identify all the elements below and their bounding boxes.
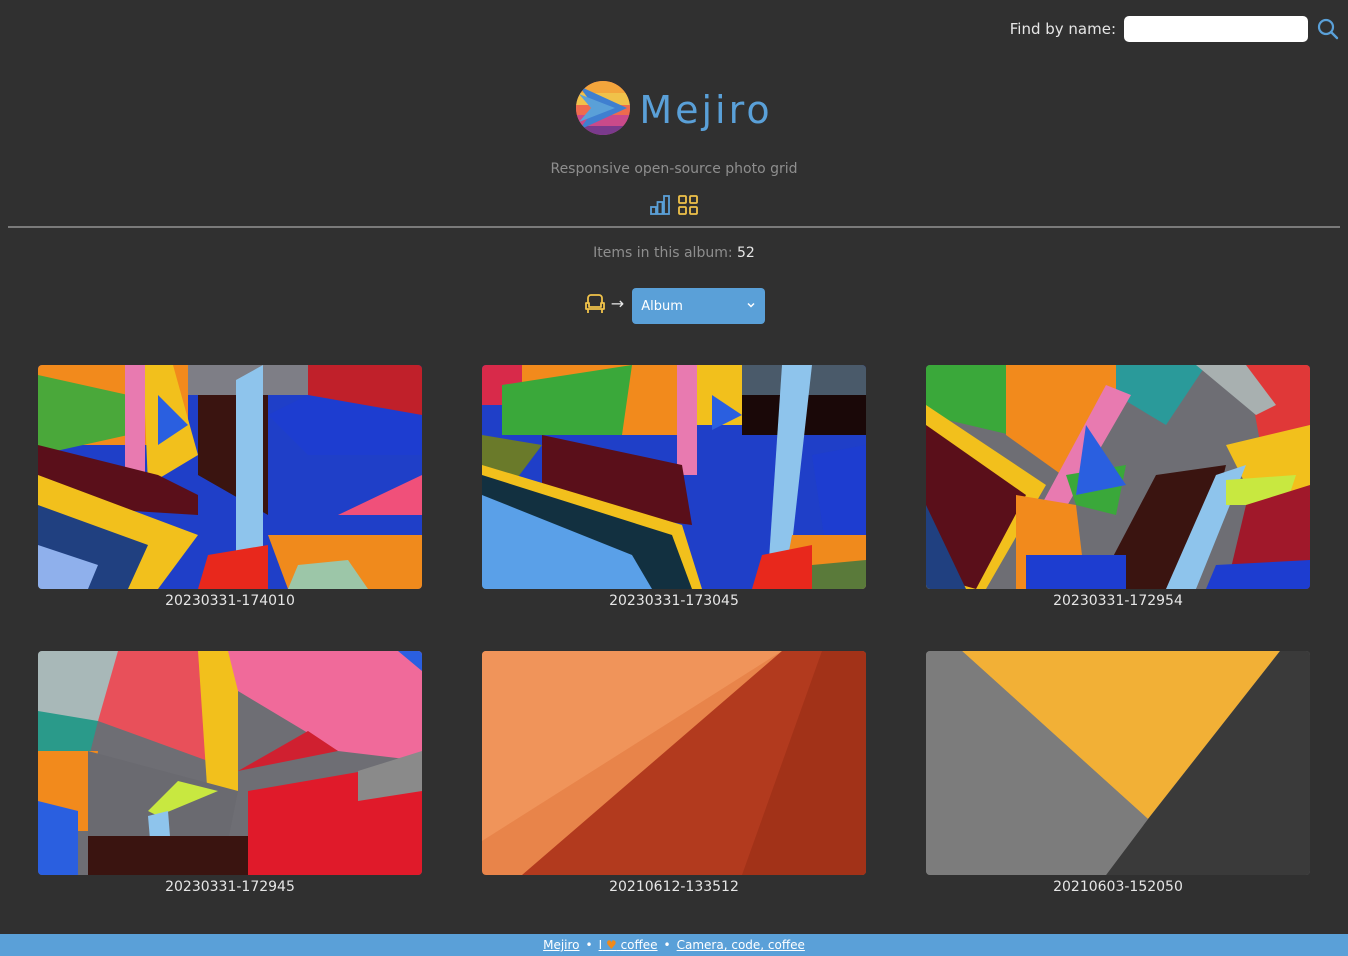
photo-caption: 20210603-152050	[1053, 879, 1183, 895]
photo-thumbnail[interactable]	[482, 651, 866, 875]
view-switcher	[0, 194, 1348, 216]
tagline: Responsive open-source photo grid	[550, 161, 798, 177]
album-dropdown-value: Album	[641, 298, 683, 314]
brand-name: Mejiro	[639, 88, 773, 132]
bar-chart-icon[interactable]	[649, 194, 671, 216]
photo-thumbnail[interactable]	[926, 365, 1310, 589]
photo-card: 20230331-174010	[38, 365, 422, 609]
footer-separator: •	[585, 938, 593, 952]
photo-card: 20230331-173045	[482, 365, 866, 609]
photo-card: 20210603-152050	[926, 651, 1310, 895]
photo-thumbnail[interactable]	[38, 651, 422, 875]
photo-thumbnail[interactable]	[926, 651, 1310, 875]
photo-thumbnail[interactable]	[38, 365, 422, 589]
footer: Mejiro • I ♥ coffee • Camera, code, coff…	[0, 934, 1348, 956]
footer-link-mejiro[interactable]: Mejiro	[543, 938, 579, 952]
photo-card: 20210612-133512	[482, 651, 866, 895]
footer-link-coffee-post: coffee	[620, 938, 658, 952]
search-label: Find by name:	[1009, 20, 1116, 38]
photo-caption: 20230331-172954	[1053, 593, 1183, 609]
footer-link-coffee-pre: I	[598, 938, 603, 952]
photo-card: 20230331-172954	[926, 365, 1310, 609]
photo-thumbnail[interactable]	[482, 365, 866, 589]
photo-card: 20230331-172945	[38, 651, 422, 895]
item-count-label: Items in this album:	[593, 245, 733, 261]
search-input[interactable]	[1124, 16, 1308, 42]
logo[interactable]: Mejiro	[0, 80, 1348, 140]
footer-link-camera[interactable]: Camera, code, coffee	[677, 938, 805, 952]
photo-caption: 20230331-174010	[165, 593, 295, 609]
search-bar: Find by name:	[1010, 16, 1340, 42]
footer-link-coffee[interactable]: I ♥ coffee	[599, 938, 658, 952]
search-icon[interactable]	[1316, 17, 1340, 41]
photo-caption: 20230331-173045	[609, 593, 739, 609]
chevron-down-icon	[746, 299, 756, 314]
item-count: Items in this album: 52	[0, 245, 1348, 261]
photo-caption: 20210612-133512	[609, 879, 739, 895]
album-dropdown[interactable]: Album	[632, 288, 766, 324]
mejiro-logo-icon	[575, 80, 631, 140]
grid-icon[interactable]	[677, 194, 699, 216]
divider	[8, 226, 1340, 228]
album-selector: → Album	[0, 288, 1348, 324]
photo-caption: 20230331-172945	[165, 879, 295, 895]
item-count-value: 52	[737, 245, 755, 261]
arrow: →	[610, 293, 625, 313]
heart-icon: ♥	[605, 938, 617, 952]
armchair-icon	[583, 292, 607, 320]
footer-separator: •	[663, 938, 671, 952]
